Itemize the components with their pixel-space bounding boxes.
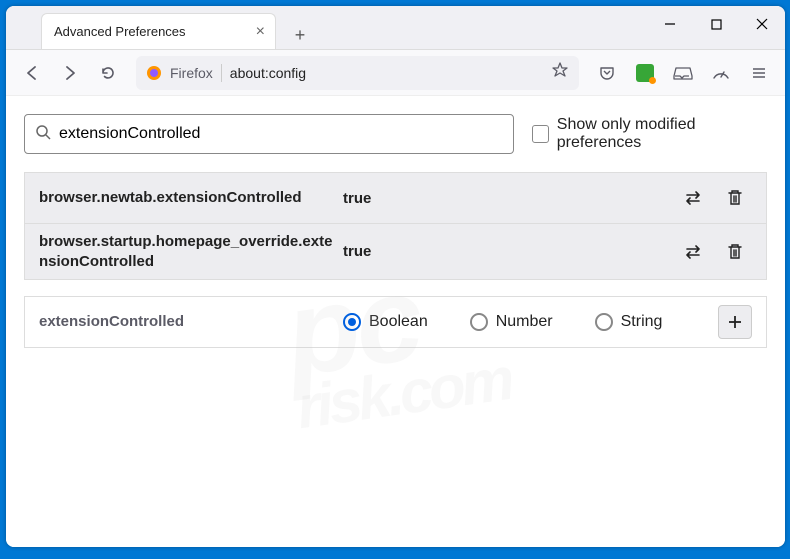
pref-value: true (343, 243, 668, 260)
tab-strip: Advanced Preferences × + (6, 6, 320, 49)
url-bar[interactable]: Firefox about:config (136, 56, 579, 90)
radio-label: Number (496, 313, 553, 331)
radio-string[interactable]: String (595, 313, 663, 331)
speed-button[interactable] (705, 57, 737, 89)
show-modified-checkbox[interactable]: Show only modified preferences (532, 116, 767, 152)
toggle-button[interactable] (676, 235, 710, 269)
url-text: about:config (230, 65, 543, 81)
add-button[interactable] (718, 305, 752, 339)
reload-icon (99, 64, 117, 82)
minimize-button[interactable] (647, 6, 693, 42)
pref-name: browser.newtab.extensionControlled (39, 188, 335, 208)
radio-icon (470, 313, 488, 331)
new-pref-row: extensionControlled Boolean Number Strin… (24, 296, 767, 348)
radio-icon (595, 313, 613, 331)
close-button[interactable] (739, 6, 785, 42)
hamburger-icon (751, 65, 767, 81)
preferences-table: browser.newtab.extensionControlled true … (24, 172, 767, 280)
close-icon (756, 18, 768, 30)
swap-icon (683, 243, 703, 261)
radio-boolean[interactable]: Boolean (343, 313, 428, 331)
new-pref-name: extensionControlled (39, 312, 335, 332)
trash-icon (727, 243, 743, 261)
radio-label: String (621, 313, 663, 331)
search-icon (35, 124, 51, 145)
pref-row[interactable]: browser.newtab.extensionControlled true (25, 173, 766, 223)
pref-name: browser.startup.homepage_override.extens… (39, 232, 335, 271)
close-icon[interactable]: × (256, 23, 265, 41)
menu-button[interactable] (743, 57, 775, 89)
window-controls (647, 6, 785, 42)
firefox-icon (146, 65, 162, 81)
minimize-icon (664, 18, 676, 30)
forward-button[interactable] (54, 57, 86, 89)
radio-icon (343, 313, 361, 331)
extension-button[interactable] (629, 57, 661, 89)
checkbox-icon (532, 125, 549, 143)
back-button[interactable] (16, 57, 48, 89)
swap-icon (683, 189, 703, 207)
tab-active[interactable]: Advanced Preferences × (41, 13, 276, 49)
inbox-button[interactable] (667, 57, 699, 89)
search-input[interactable] (59, 125, 503, 143)
type-radios: Boolean Number String (343, 313, 710, 331)
pref-row[interactable]: browser.startup.homepage_override.extens… (25, 223, 766, 279)
search-box[interactable] (24, 114, 514, 154)
delete-button[interactable] (718, 181, 752, 215)
toggle-button[interactable] (676, 181, 710, 215)
gauge-icon (711, 64, 731, 82)
trash-icon (727, 189, 743, 207)
plus-icon: + (295, 25, 306, 46)
maximize-icon (711, 19, 722, 30)
extension-icon (636, 64, 654, 82)
pref-value: true (343, 190, 668, 207)
nav-toolbar: Firefox about:config (6, 50, 785, 96)
new-tab-button[interactable]: + (286, 21, 314, 49)
pocket-button[interactable] (591, 57, 623, 89)
plus-icon (727, 314, 743, 330)
radio-label: Boolean (369, 313, 428, 331)
reload-button[interactable] (92, 57, 124, 89)
back-arrow-icon (23, 64, 41, 82)
separator (221, 64, 222, 82)
pocket-icon (598, 64, 616, 82)
browser-window: Advanced Preferences × + (6, 6, 785, 547)
forward-arrow-icon (61, 64, 79, 82)
maximize-button[interactable] (693, 6, 739, 42)
inbox-icon (673, 64, 693, 82)
radio-number[interactable]: Number (470, 313, 553, 331)
titlebar: Advanced Preferences × + (6, 6, 785, 50)
watermark-line2: risk.com (292, 344, 514, 442)
delete-button[interactable] (718, 235, 752, 269)
bookmark-star-icon[interactable] (551, 61, 569, 84)
checkbox-label: Show only modified preferences (557, 116, 767, 152)
identity-label: Firefox (170, 65, 213, 81)
content-area: pc risk.com Show only modified preferenc… (6, 96, 785, 547)
tab-title: Advanced Preferences (54, 24, 186, 39)
search-row: Show only modified preferences (24, 114, 767, 154)
